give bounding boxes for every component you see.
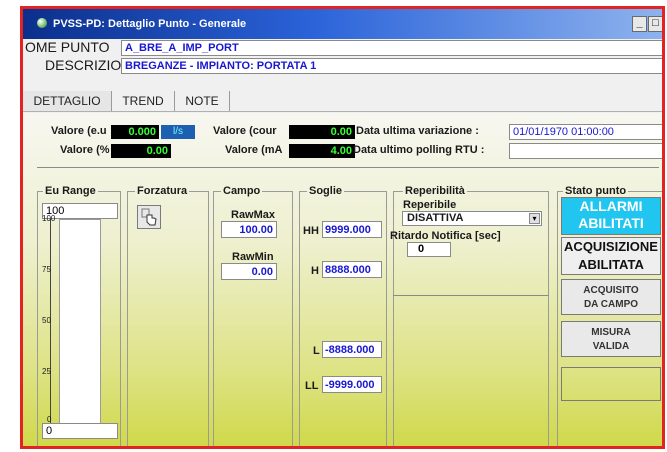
empty-status-slot	[561, 367, 661, 401]
stato-title: Stato punto	[563, 185, 629, 197]
reperibile-value: DISATTIVA	[407, 212, 464, 224]
descrizione-field[interactable]: BREGANZE - IMPIANTO: PORTATA 1	[121, 58, 662, 74]
valore-ma-display: 4.00	[289, 144, 355, 158]
valore-eu-label: Valore (e.u	[51, 125, 107, 137]
scale-tick-25: 25	[42, 367, 51, 376]
rawmin-field[interactable]: 0.00	[221, 263, 277, 280]
rawmin-label: RawMin	[232, 251, 274, 263]
separator	[37, 167, 659, 168]
reperibile-select[interactable]: DISATTIVA ▾	[402, 211, 542, 226]
nome-punto-field[interactable]: A_BRE_A_IMP_PORT	[121, 40, 662, 56]
rawmax-label: RawMax	[231, 209, 276, 221]
hh-field[interactable]: 9999.000	[322, 221, 382, 238]
misura-valida-status[interactable]: MISURA VALIDA	[561, 321, 661, 357]
l-label: L	[313, 345, 320, 357]
data-variazione-field: 01/01/1970 01:00:00	[509, 124, 662, 140]
valore-count-label: Valore (cour	[213, 125, 277, 137]
detail-panel: Valore (e.u 0.000 l/s Valore (% 0.00 Val…	[23, 113, 662, 446]
window-title: PVSS-PD: Dettaglio Punto - Generale	[53, 18, 247, 30]
ll-label: LL	[305, 380, 319, 392]
campo-title: Campo	[221, 185, 263, 197]
scale-tick-100: 100	[42, 214, 56, 223]
misura-line2: VALIDA	[592, 341, 630, 352]
descrizione-label: DESCRIZION	[45, 57, 132, 73]
valore-eu-display: 0.000	[111, 125, 159, 139]
acquisito-da-campo-status[interactable]: ACQUISITO DA CAMPO	[561, 279, 661, 315]
minimize-button[interactable]: _	[632, 16, 647, 32]
chevron-down-icon[interactable]: ▾	[529, 213, 540, 224]
acquisito-line2: DA CAMPO	[583, 299, 639, 310]
rawmax-field[interactable]: 100.00	[221, 221, 277, 238]
tab-dettaglio[interactable]: DETTAGLIO	[23, 91, 112, 111]
acquisizione-line1: ACQUISIZIONE	[564, 239, 658, 254]
l-field[interactable]: -8888.000	[322, 341, 382, 358]
scale-tick-75: 75	[42, 265, 51, 274]
data-variazione-label: Data ultima variazione :	[356, 125, 479, 137]
forzatura-button[interactable]	[137, 205, 161, 229]
window-frame: PVSS-PD: Dettaglio Punto - Generale _ □ …	[20, 6, 665, 449]
soglie-title: Soglie	[307, 185, 345, 197]
app-icon	[37, 18, 47, 28]
scale-tick-50: 50	[42, 316, 51, 325]
unit-label: l/s	[161, 125, 195, 139]
close-button[interactable]: ×	[664, 16, 665, 32]
eu-range-bottom-field[interactable]: 0	[42, 423, 118, 439]
tab-bar: DETTAGLIO TREND NOTE	[23, 91, 662, 112]
valore-pct-display: 0.00	[111, 144, 171, 158]
maximize-button[interactable]: □	[648, 16, 662, 32]
misura-line1: MISURA	[591, 327, 631, 338]
tab-note[interactable]: NOTE	[175, 91, 230, 111]
hand-pointer-icon	[141, 208, 157, 226]
allarmi-line2: ABILITATI	[578, 215, 644, 231]
data-polling-label: Data ultimo polling RTU :	[353, 144, 485, 156]
allarmi-abilitati-status[interactable]: ALLARMI ABILITATI	[561, 197, 661, 235]
hh-label: HH	[303, 225, 319, 237]
data-polling-field	[509, 143, 662, 159]
title-bar[interactable]: PVSS-PD: Dettaglio Punto - Generale _ □ …	[23, 9, 665, 39]
nome-punto-label: OME PUNTO	[25, 39, 110, 55]
h-label: H	[311, 265, 319, 277]
tab-trend[interactable]: TREND	[112, 91, 175, 111]
level-bar	[59, 219, 101, 425]
allarmi-line1: ALLARMI	[579, 198, 643, 214]
valore-pct-label: Valore (%	[60, 144, 110, 156]
window-content: OME PUNTO A_BRE_A_IMP_PORT DESCRIZION BR…	[23, 39, 662, 446]
ritardo-label: Ritardo Notifica [sec]	[390, 230, 501, 242]
reperibilita-divider	[393, 295, 549, 296]
acquisizione-line2: ABILITATA	[578, 257, 644, 272]
eu-range-title: Eu Range	[43, 185, 98, 197]
valore-ma-label: Valore (mA	[225, 144, 283, 156]
forzatura-title: Forzatura	[135, 185, 190, 197]
acquisito-line1: ACQUISITO	[583, 285, 639, 296]
ll-field[interactable]: -9999.000	[322, 376, 382, 393]
valore-count-display: 0.00	[289, 125, 355, 139]
reperibilita-title: Reperibilità	[403, 185, 467, 197]
h-field[interactable]: 8888.000	[322, 261, 382, 278]
ritardo-field[interactable]: 0	[407, 242, 451, 257]
acquisizione-abilitata-status[interactable]: ACQUISIZIONE ABILITATA	[561, 237, 661, 275]
reperibile-label: Reperibile	[403, 199, 457, 211]
